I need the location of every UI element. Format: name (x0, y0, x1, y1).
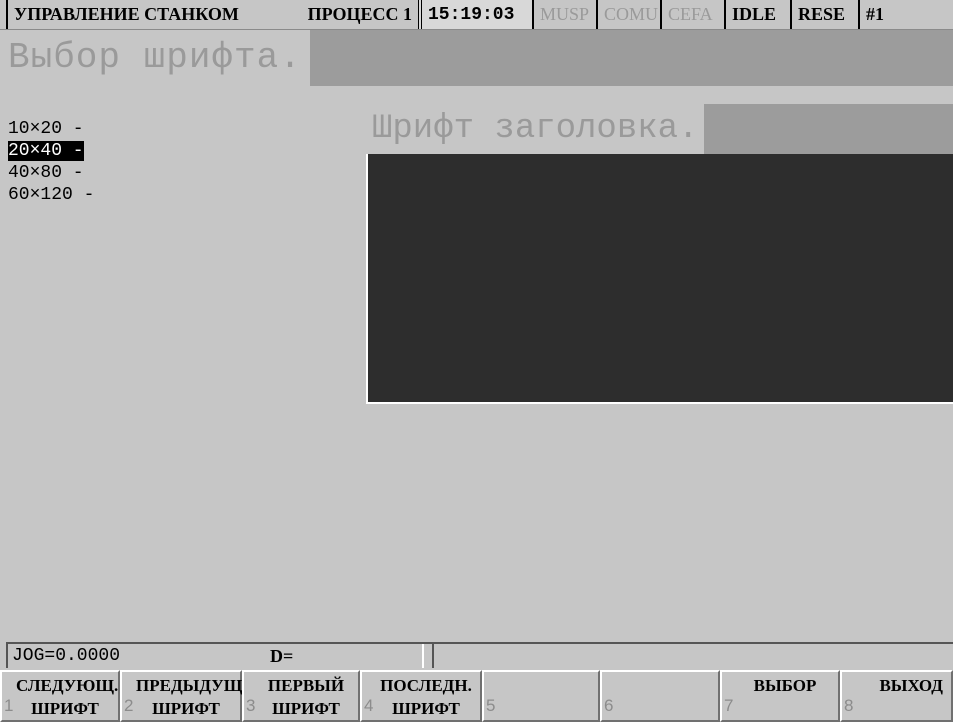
font-list-item[interactable]: 40×80 - (8, 162, 94, 184)
status-comu: COMU (596, 0, 660, 29)
softkey-label: СЛЕДУЮЩ. ШРИФТ (16, 676, 119, 718)
font-list-item[interactable]: 10×20 - (8, 118, 94, 140)
softkey-select[interactable]: 7 ВЫБОР (720, 670, 840, 722)
status-musp: MUSP (532, 0, 596, 29)
softkey-5[interactable]: 5 (482, 670, 600, 722)
channel-number: #1 (858, 0, 898, 29)
softkey-next-font[interactable]: 1 СЛЕДУЮЩ. ШРИФТ (0, 670, 120, 722)
status-line: JOG=0.0000 D= (6, 642, 953, 668)
jog-readout: JOG=0.0000 (12, 646, 121, 666)
softkey-number: 8 (844, 696, 854, 715)
softkey-prev-font[interactable]: 2 ПРЕДЫДУЩ ШРИФТ (120, 670, 242, 722)
softkey-number: 3 (246, 696, 256, 715)
softkey-number: 7 (724, 696, 734, 715)
softkey-6[interactable]: 6 (600, 670, 720, 722)
top-status-bar: УПРАВЛЕНИЕ СТАНКОМ ПРОЦЕСС 1 15:19:03 MU… (0, 0, 953, 30)
softkey-exit[interactable]: 8 ВЫХОД (840, 670, 953, 722)
font-list-item[interactable]: 60×120 - (8, 184, 94, 206)
status-rese: RESE (790, 0, 858, 29)
softkey-number: 1 (4, 696, 14, 715)
softkey-number: 5 (486, 696, 496, 715)
preview-title-bar: Шрифт заголовка. (366, 104, 953, 154)
title-band: Выбор шрифта. (0, 30, 953, 86)
status-slider-handle[interactable] (422, 644, 434, 668)
page-title: Выбор шрифта. (0, 30, 310, 86)
softkey-number: 4 (364, 696, 374, 715)
font-list: 10×20 - 20×40 - 40×80 - 60×120 - (8, 118, 94, 206)
status-idle: IDLE (724, 0, 790, 29)
preview-title: Шрифт заголовка. (366, 104, 705, 154)
softkey-label: ПРЕДЫДУЩ ШРИФТ (136, 676, 243, 718)
clock: 15:19:03 (418, 0, 532, 29)
process-indicator: ПРОЦЕСС 1 (307, 4, 412, 24)
softkey-last-font[interactable]: 4 ПОСЛЕДН. ШРИФТ (360, 670, 482, 722)
d-readout: D= (270, 646, 294, 666)
softkey-number: 6 (604, 696, 614, 715)
softkey-bar: 1 СЛЕДУЮЩ. ШРИФТ 2 ПРЕДЫДУЩ ШРИФТ 3 ПЕРВ… (0, 670, 953, 722)
softkey-label: ПЕРВЫЙ ШРИФТ (267, 676, 345, 718)
status-cefa: CEFA (660, 0, 724, 29)
softkey-number: 2 (124, 696, 134, 715)
app-title: УПРАВЛЕНИЕ СТАНКОМ (6, 0, 268, 29)
font-preview-canvas (366, 154, 953, 404)
softkey-first-font[interactable]: 3 ПЕРВЫЙ ШРИФТ (242, 670, 360, 722)
softkey-label: ВЫХОД (879, 676, 943, 695)
softkey-label: ПОСЛЕДН. ШРИФТ (380, 676, 472, 718)
softkey-label: ВЫБОР (753, 676, 817, 695)
font-list-item-selected[interactable]: 20×40 - (8, 140, 94, 162)
